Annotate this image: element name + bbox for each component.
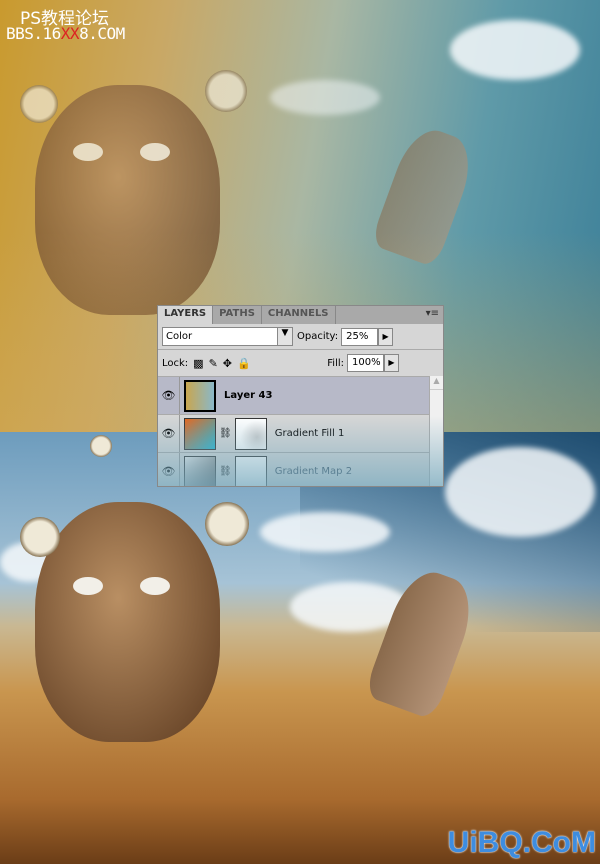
layer-row-gradient-map-2[interactable]: 👁 ⛓ Gradient Map 2 (158, 452, 430, 486)
lock-transparency-icon[interactable]: ▩ (193, 357, 203, 370)
tab-channels[interactable]: CHANNELS (262, 306, 336, 324)
eye-icon[interactable]: 👁 (158, 415, 180, 452)
opacity-label: Opacity: (297, 331, 339, 342)
clock (205, 502, 249, 546)
mask-thumbnail (234, 455, 267, 486)
lock-all-icon[interactable]: 🔒 (237, 357, 251, 370)
fill-label: Fill: (327, 357, 344, 369)
blend-mode-select[interactable]: Color ▼ (162, 327, 293, 346)
eye-icon[interactable]: 👁 (158, 453, 180, 486)
stone-mask (35, 502, 220, 742)
layer-thumbnail (184, 417, 216, 450)
scrollbar[interactable]: ▲ (429, 376, 443, 486)
layer-thumbnail (184, 379, 216, 412)
after-image: UiBQ.CoM (0, 432, 600, 864)
layer-thumbnail (184, 455, 216, 486)
layer-name: Gradient Map 2 (274, 466, 353, 477)
stone-mask (35, 85, 220, 315)
cloud (270, 80, 380, 115)
cloud (450, 20, 580, 80)
panel-menu-icon[interactable]: ▾≡ (426, 308, 439, 319)
fill-input[interactable]: 100% (347, 354, 384, 372)
watermark-uibq: UiBQ.CoM (447, 826, 596, 859)
chevron-down-icon: ▼ (277, 328, 292, 345)
blend-mode-value: Color (166, 331, 193, 342)
chain-link-icon[interactable]: ⛓ (219, 466, 232, 477)
lock-position-icon[interactable]: ✥ (223, 357, 232, 370)
cloud (260, 512, 390, 552)
mask-thumbnail (234, 417, 267, 450)
tab-paths[interactable]: PATHS (213, 306, 262, 324)
panel-tabs: LAYERS PATHS CHANNELS ▾≡ (158, 306, 443, 324)
layers-list: 👁 Layer 43 👁 ⛓ Gradient Fill 1 👁 ⛓ Gradi… (158, 376, 443, 486)
layer-name: Gradient Fill 1 (274, 428, 345, 439)
clock (205, 70, 247, 112)
clock (90, 435, 112, 457)
opacity-input[interactable]: 25% (341, 327, 379, 346)
clock (20, 517, 60, 557)
cloud (445, 447, 595, 537)
watermark-url: BBS.16XX8.COM (6, 24, 125, 43)
clock (20, 85, 58, 123)
tab-layers[interactable]: LAYERS (158, 306, 214, 324)
scroll-up-icon[interactable]: ▲ (430, 376, 443, 390)
layers-panel: LAYERS PATHS CHANNELS ▾≡ Color ▼ Opacity:… (157, 305, 444, 487)
eye-icon[interactable]: 👁 (158, 377, 180, 414)
hand (369, 121, 481, 269)
fill-slider-button[interactable]: ▶ (384, 354, 399, 372)
opacity-slider-button[interactable]: ▶ (378, 327, 394, 346)
lock-label: Lock: (162, 357, 189, 369)
layer-name: Layer 43 (224, 390, 273, 401)
layer-row-gradient-fill-1[interactable]: 👁 ⛓ Gradient Fill 1 (158, 414, 430, 452)
layer-row-layer-43[interactable]: 👁 Layer 43 (158, 376, 430, 414)
chain-link-icon[interactable]: ⛓ (219, 428, 232, 439)
lock-brush-icon[interactable]: ✎ (209, 357, 218, 370)
